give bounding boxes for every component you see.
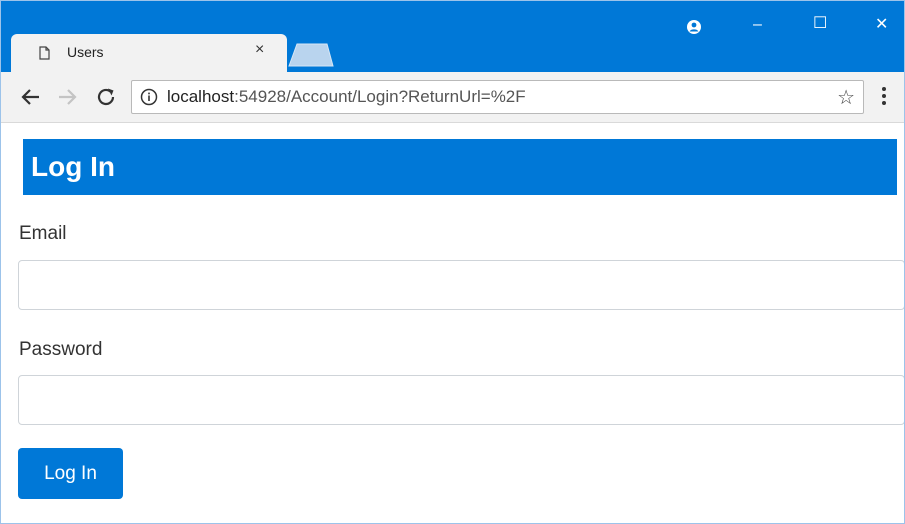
url-host: localhost bbox=[167, 87, 235, 106]
forward-icon[interactable] bbox=[56, 86, 78, 108]
profile-icon[interactable] bbox=[686, 19, 702, 35]
password-label: Password bbox=[19, 339, 103, 360]
back-icon[interactable] bbox=[20, 86, 42, 108]
browser-window: Users × – ☐ ✕ localhost:54928/Account/Lo… bbox=[0, 0, 905, 524]
login-button[interactable]: Log In bbox=[18, 448, 123, 499]
title-bar: Users × – ☐ ✕ bbox=[1, 1, 904, 72]
minimize-button[interactable]: – bbox=[753, 17, 762, 33]
page-title: Log In bbox=[23, 139, 897, 195]
tab-users[interactable]: Users × bbox=[11, 34, 287, 72]
page-content: Log In Email Password Log In bbox=[1, 123, 904, 523]
tab-close-button[interactable]: × bbox=[255, 42, 264, 58]
url-text: localhost:54928/Account/Login?ReturnUrl=… bbox=[167, 87, 526, 107]
maximize-button[interactable]: ☐ bbox=[813, 16, 827, 32]
info-icon[interactable] bbox=[140, 88, 158, 106]
page-icon bbox=[39, 46, 50, 60]
email-label: Email bbox=[19, 223, 67, 244]
menu-icon[interactable] bbox=[881, 85, 887, 107]
close-window-button[interactable]: ✕ bbox=[875, 17, 888, 33]
url-path: :54928/Account/Login?ReturnUrl=%2F bbox=[234, 87, 526, 106]
tab-title: Users bbox=[67, 44, 104, 60]
reload-icon[interactable] bbox=[95, 86, 117, 108]
password-field[interactable] bbox=[18, 375, 904, 425]
email-field[interactable] bbox=[18, 260, 904, 310]
browser-toolbar: localhost:54928/Account/Login?ReturnUrl=… bbox=[1, 72, 904, 123]
address-bar[interactable]: localhost:54928/Account/Login?ReturnUrl=… bbox=[131, 80, 864, 114]
star-icon[interactable]: ☆ bbox=[837, 85, 855, 110]
new-tab-button[interactable] bbox=[287, 41, 335, 67]
